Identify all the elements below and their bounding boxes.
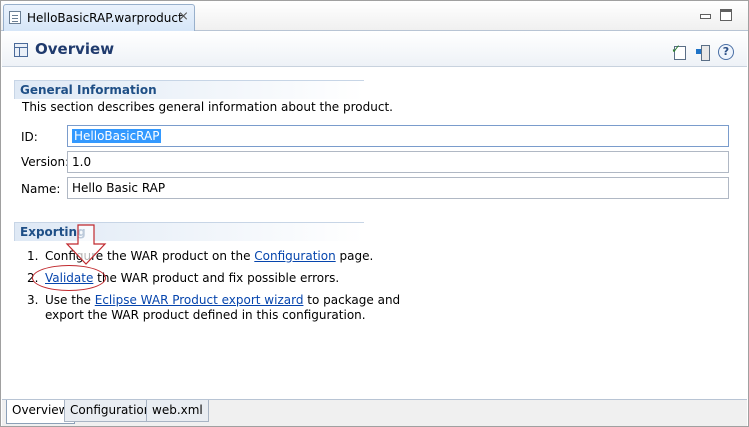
annotation-arrow-icon: [65, 224, 107, 265]
form-header: Overview ?: [2, 32, 747, 67]
step-text: page.: [335, 249, 374, 263]
id-field-value: HelloBasicRAP: [72, 129, 162, 143]
section-title: General Information: [20, 83, 157, 97]
version-field-value: 1.0: [72, 155, 92, 169]
step-text: the WAR product and fix possible errors.: [93, 271, 340, 285]
name-field-value: Hello Basic RAP: [72, 181, 166, 195]
step-text: to package and: [303, 293, 401, 307]
minimize-icon[interactable]: [699, 9, 711, 21]
tab-web-xml[interactable]: web.xml: [146, 400, 209, 422]
version-label: Version:: [21, 155, 70, 169]
maximize-icon[interactable]: [720, 9, 732, 21]
version-field[interactable]: 1.0: [67, 151, 729, 173]
editor-tab-title: HelloBasicRAP.warproduct: [27, 11, 183, 25]
export-icon[interactable]: [696, 44, 712, 61]
editor-tab-strip: HelloBasicRAP.warproduct ⨯: [1, 1, 748, 31]
page-title: Overview: [35, 40, 115, 58]
editor-tab-hellobasicrap[interactable]: HelloBasicRAP.warproduct ⨯: [3, 4, 195, 31]
name-field[interactable]: Hello Basic RAP: [67, 177, 729, 199]
overview-icon: [14, 43, 28, 57]
warproduct-file-icon: [9, 11, 21, 24]
name-label: Name:: [21, 182, 61, 196]
product-editor: HelloBasicRAP.warproduct ⨯ Overview ? Ge…: [0, 0, 749, 427]
step-number: 3.: [27, 293, 39, 307]
annotation-ellipse: [32, 265, 106, 291]
validate-icon[interactable]: [671, 41, 687, 60]
configuration-link[interactable]: Configuration: [254, 249, 335, 263]
step-text: Use the: [45, 293, 95, 307]
id-label: ID:: [21, 130, 38, 144]
id-field[interactable]: HelloBasicRAP: [67, 125, 729, 147]
tab-configuration[interactable]: Configuration: [64, 400, 158, 422]
step-number: 1.: [27, 249, 39, 263]
close-icon[interactable]: ⨯: [178, 10, 189, 24]
eclipse-war-product-export-wizard-link[interactable]: Eclipse WAR Product export wizard: [95, 293, 304, 307]
help-icon[interactable]: ?: [718, 44, 734, 60]
export-step-3-continuation: export the WAR product defined in this c…: [45, 308, 366, 322]
page-tabs: Overview Configuration web.xml: [2, 399, 747, 426]
general-information-section-header[interactable]: General Information: [14, 80, 364, 99]
export-step-3: 3. Use the Eclipse WAR Product export wiz…: [27, 293, 400, 307]
general-information-description: This section describes general informati…: [22, 100, 393, 114]
